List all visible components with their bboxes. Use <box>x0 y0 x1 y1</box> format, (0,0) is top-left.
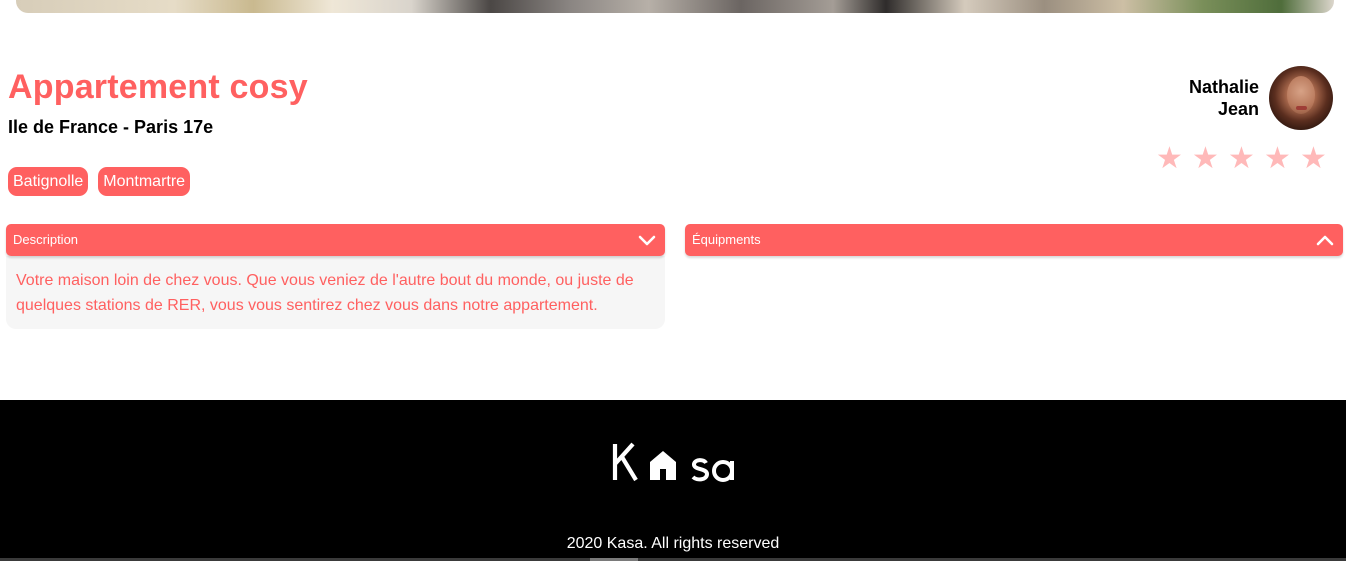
star-icon: ★ <box>1192 142 1219 175</box>
description-content: Votre maison loin de chez vous. Que vous… <box>6 256 665 329</box>
equipments-toggle[interactable]: Équipments <box>685 224 1343 256</box>
description-label: Description <box>13 232 79 247</box>
footer: 2020 Kasa. All rights reserved <box>0 400 1346 561</box>
listing-location: Ile de France - Paris 17e <box>8 117 214 137</box>
host-last-name: Jean <box>1217 99 1259 119</box>
star-icon: ★ <box>1300 142 1327 175</box>
host-card: Nathalie Jean <box>1189 66 1333 130</box>
equipments-label: Équipments <box>692 232 761 247</box>
host-name: Nathalie Jean <box>1189 76 1259 120</box>
star-icon: ★ <box>1264 142 1291 175</box>
description-collapse: Description Votre maison loin de chez vo… <box>6 224 665 329</box>
chevron-down-icon[interactable] <box>638 233 656 247</box>
star-icon: ★ <box>1228 142 1255 175</box>
chevron-up-icon[interactable] <box>1316 233 1334 247</box>
star-icon: ★ <box>1156 142 1183 175</box>
tag: Batignolle <box>8 167 89 196</box>
tag: Montmartre <box>98 167 191 196</box>
rating-stars: ★ ★ ★ ★ ★ <box>1156 142 1327 175</box>
description-toggle[interactable]: Description <box>6 224 665 256</box>
equipments-collapse: Équipments <box>685 224 1343 256</box>
listing-photo-banner <box>16 0 1334 13</box>
copyright-text: 2020 Kasa. All rights reserved <box>566 535 780 552</box>
host-avatar <box>1269 66 1333 130</box>
tag-list: Batignolle Montmartre <box>8 167 191 196</box>
kasa-logo[interactable] <box>612 441 738 483</box>
host-first-name: Nathalie <box>1188 77 1259 97</box>
listing-title: Appartement cosy <box>8 68 308 106</box>
